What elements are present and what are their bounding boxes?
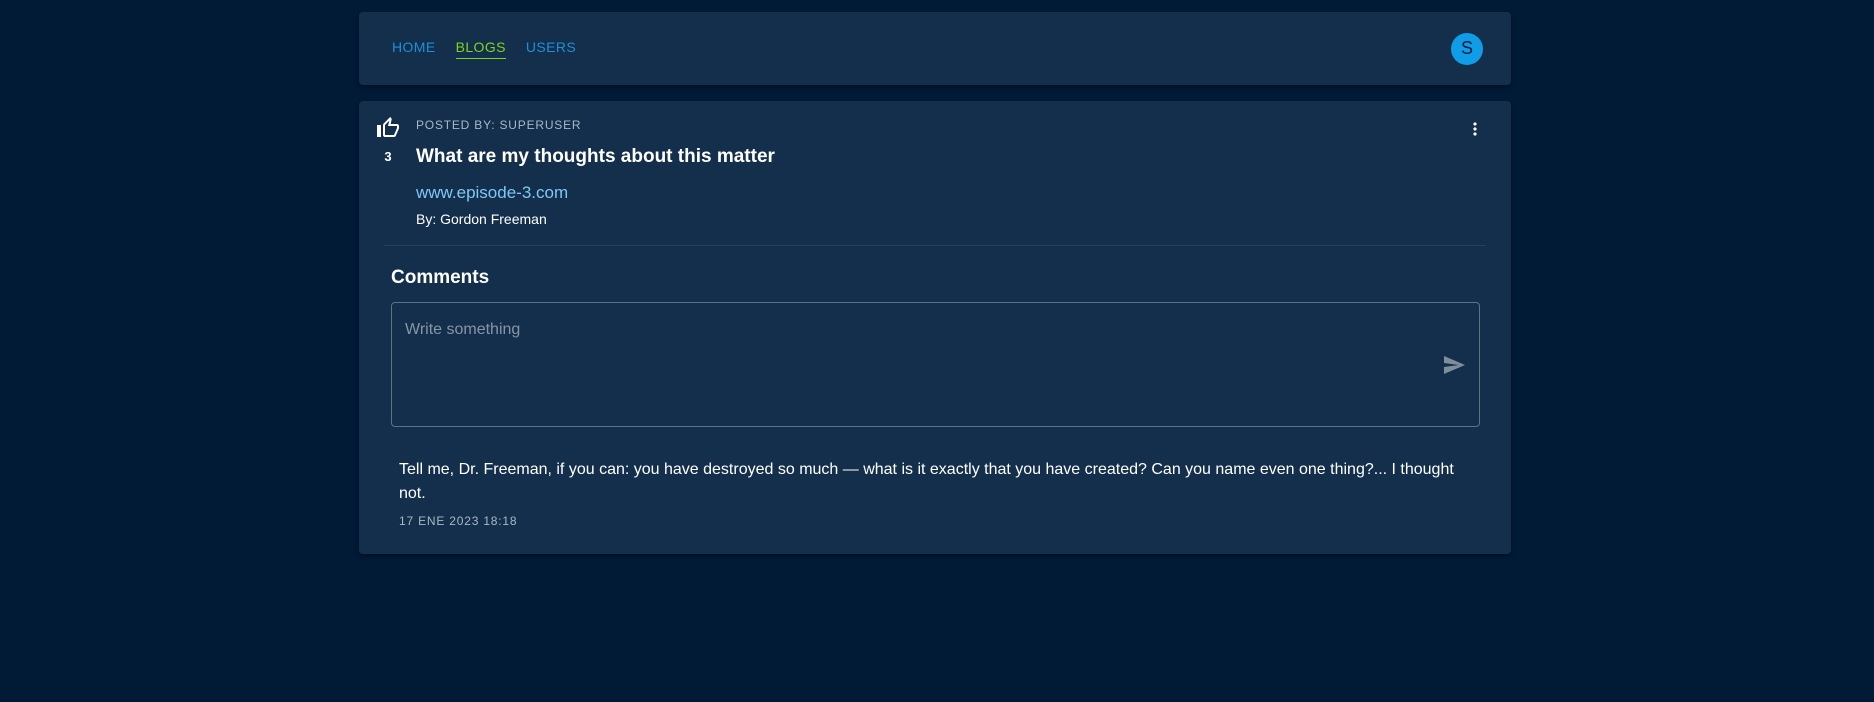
nav-link-blogs[interactable]: BLOGS (455, 38, 506, 59)
comment-item: Tell me, Dr. Freeman, if you can: you ha… (399, 458, 1479, 528)
send-icon[interactable] (1441, 353, 1467, 377)
post-header: POSTED BY: SUPERUSER What are my thought… (416, 118, 1451, 227)
comments-heading: Comments (391, 267, 490, 288)
card-divider (384, 245, 1486, 246)
post-title: What are my thoughts about this matter (416, 146, 775, 167)
comment-input[interactable] (392, 303, 1479, 426)
vote-count: 3 (384, 149, 392, 164)
vote-section: 3 (374, 116, 402, 164)
thumb-up-icon[interactable] (376, 116, 400, 140)
nav-link-home[interactable]: HOME (392, 38, 436, 59)
user-avatar[interactable]: S (1451, 32, 1483, 65)
more-vert-icon[interactable] (1465, 117, 1485, 141)
posted-by-label: POSTED BY: SUPERUSER (416, 118, 582, 132)
top-navbar: HOME BLOGS USERS S (359, 12, 1511, 85)
post-author: By: Gordon Freeman (416, 211, 547, 227)
nav-link-users[interactable]: USERS (526, 38, 576, 59)
post-url-link[interactable]: www.episode-3.com (416, 183, 568, 203)
nav-links: HOME BLOGS USERS (392, 38, 576, 59)
comment-input-box (391, 302, 1480, 427)
comment-date: 17 ENE 2023 18:18 (399, 514, 518, 528)
blog-post-card: 3 POSTED BY: SUPERUSER What are my thoug… (359, 101, 1511, 554)
comment-text: Tell me, Dr. Freeman, if you can: you ha… (399, 461, 1454, 502)
